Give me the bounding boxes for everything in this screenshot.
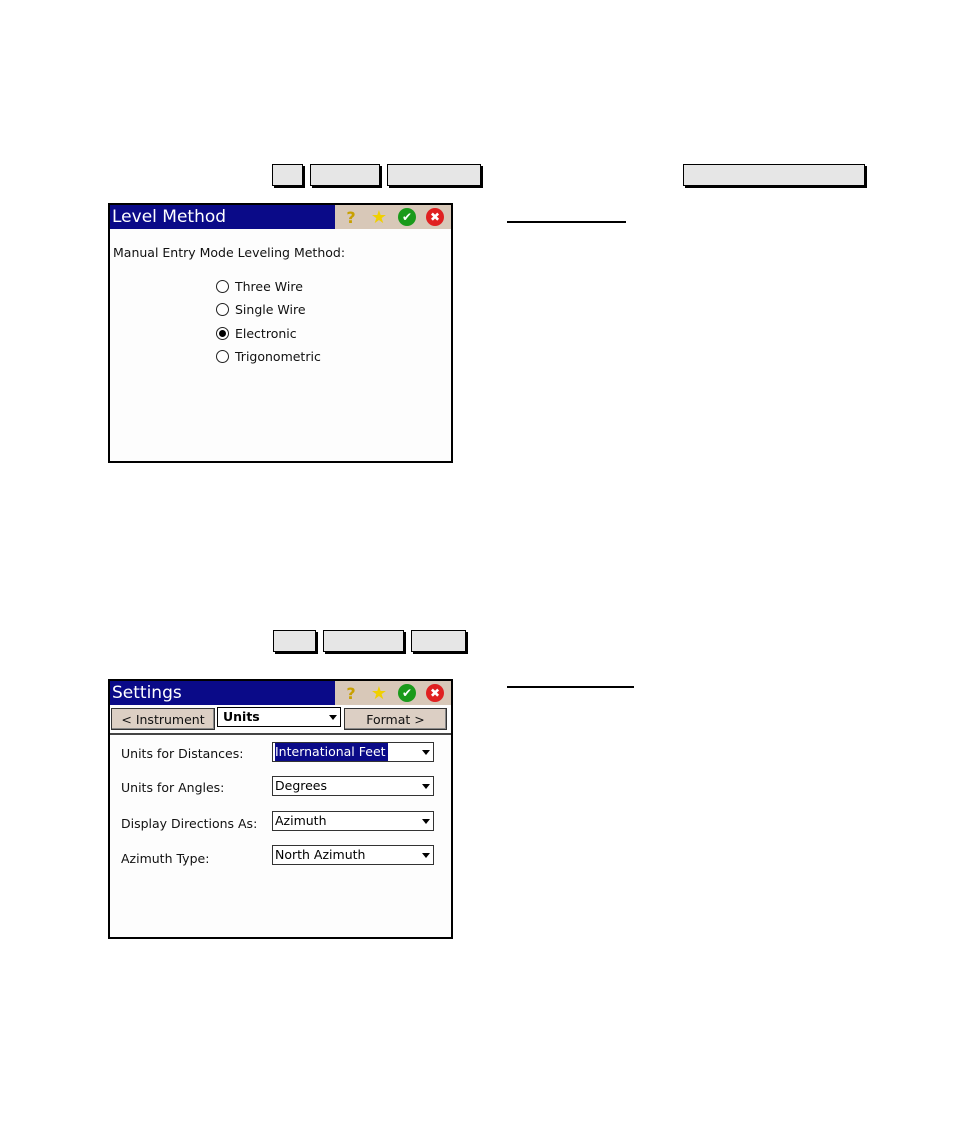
select-value: Azimuth: [275, 813, 327, 828]
selected-page: Units: [223, 709, 260, 724]
leveling-method-prompt: Manual Entry Mode Leveling Method:: [113, 245, 346, 260]
radio-button[interactable]: [216, 280, 229, 293]
next-format-button[interactable]: Format >: [344, 708, 447, 730]
display-directions-select[interactable]: Azimuth: [272, 811, 434, 831]
key-button-3: [387, 164, 481, 186]
key-button-6: [323, 630, 404, 652]
units-angles-select[interactable]: Degrees: [272, 776, 434, 796]
azimuth-type-select[interactable]: North Azimuth: [272, 845, 434, 865]
select-value: Degrees: [275, 778, 328, 793]
select-value: International Feet: [275, 743, 388, 761]
help-icon[interactable]: ?: [342, 208, 360, 227]
radio-electronic[interactable]: Electronic: [216, 326, 297, 341]
chevron-down-icon: [422, 853, 430, 858]
help-icon[interactable]: ?: [342, 684, 360, 703]
radio-label: Electronic: [235, 326, 297, 341]
radio-button[interactable]: [216, 350, 229, 363]
key-button-7: [411, 630, 466, 652]
radio-label: Three Wire: [235, 279, 303, 294]
title-icons: ? ★ ✔ ✖: [335, 681, 451, 705]
settings-page-select[interactable]: Units: [217, 707, 341, 727]
radio-three-wire[interactable]: Three Wire: [216, 279, 303, 294]
prev-instrument-button[interactable]: < Instrument: [111, 708, 215, 730]
select-value: North Azimuth: [275, 847, 366, 862]
radio-trigonometric[interactable]: Trigonometric: [216, 349, 321, 364]
title-bar: Level Method ? ★ ✔ ✖: [110, 205, 451, 229]
ok-check-icon[interactable]: ✔: [398, 684, 416, 702]
key-button-2: [310, 164, 380, 186]
title-bar: Settings ? ★ ✔ ✖: [110, 681, 451, 705]
radio-single-wire[interactable]: Single Wire: [216, 302, 306, 317]
radio-button[interactable]: [216, 303, 229, 316]
key-button-4: [683, 164, 865, 186]
chevron-down-icon: [422, 784, 430, 789]
cancel-x-icon[interactable]: ✖: [426, 208, 444, 226]
key-button-5: [273, 630, 316, 652]
field-label-azimuth-type: Azimuth Type:: [121, 851, 210, 866]
favorites-star-icon[interactable]: ★: [370, 683, 388, 704]
field-label-angles: Units for Angles:: [121, 780, 225, 795]
heading-underline: [507, 686, 634, 688]
divider: [110, 733, 451, 735]
field-label-directions: Display Directions As:: [121, 816, 258, 831]
chevron-down-icon: [422, 819, 430, 824]
cancel-x-icon[interactable]: ✖: [426, 684, 444, 702]
chevron-down-icon: [329, 715, 337, 720]
window-title: Settings: [112, 683, 182, 703]
favorites-star-icon[interactable]: ★: [370, 207, 388, 228]
chevron-down-icon: [422, 750, 430, 755]
ok-check-icon[interactable]: ✔: [398, 208, 416, 226]
radio-label: Trigonometric: [235, 349, 321, 364]
title-icons: ? ★ ✔ ✖: [335, 205, 451, 229]
units-distances-select[interactable]: International Feet: [272, 742, 434, 762]
settings-window: Settings ? ★ ✔ ✖ < Instrument Units Form…: [108, 679, 453, 939]
key-button-1: [272, 164, 303, 186]
level-method-window: Level Method ? ★ ✔ ✖ Manual Entry Mode L…: [108, 203, 453, 463]
radio-button-selected[interactable]: [216, 327, 229, 340]
heading-underline: [507, 221, 626, 223]
field-label-distances: Units for Distances:: [121, 746, 244, 761]
radio-label: Single Wire: [235, 302, 306, 317]
window-title: Level Method: [112, 207, 227, 227]
